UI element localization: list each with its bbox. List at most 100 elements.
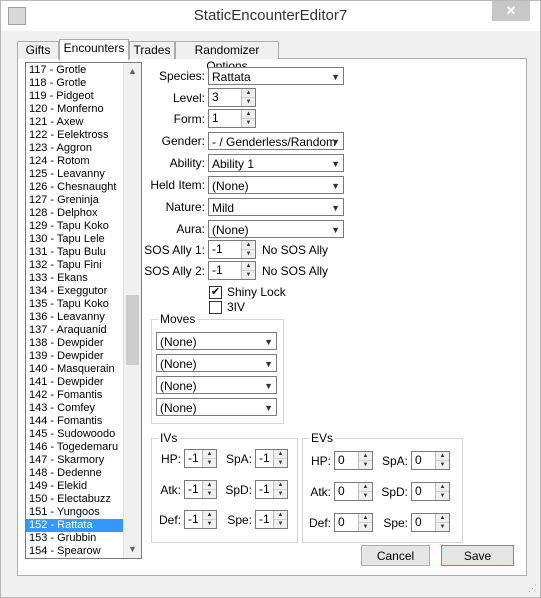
ev-def-stepper[interactable]: 0 ▲ ▼ bbox=[334, 513, 373, 532]
three-iv-checkbox[interactable] bbox=[209, 301, 222, 314]
aura-select[interactable]: (None) ▼ bbox=[208, 220, 344, 238]
spin-down-icon[interactable]: ▼ bbox=[242, 250, 255, 258]
spin-down-icon[interactable]: ▼ bbox=[274, 490, 287, 498]
level-stepper[interactable]: 3 ▲ ▼ bbox=[208, 88, 256, 107]
spin-up-icon[interactable]: ▲ bbox=[242, 241, 255, 250]
scroll-up-icon[interactable]: ▲ bbox=[124, 63, 141, 80]
held-item-select[interactable]: (None) ▼ bbox=[208, 176, 344, 194]
iv-spd-stepper[interactable]: -1 ▲ ▼ bbox=[255, 480, 288, 499]
spin-up-icon[interactable]: ▲ bbox=[274, 511, 287, 520]
gender-select[interactable]: - / Genderless/Random ▼ bbox=[208, 132, 344, 150]
encounter-list[interactable]: 117 - Grotle 118 - Grotle 119 - Pidgeot 120… bbox=[25, 62, 142, 559]
resize-grip-icon[interactable]: ⋰ bbox=[528, 583, 537, 594]
window: StaticEncounterEditor7 ✕ Gifts Encounter… bbox=[0, 0, 541, 598]
spin-up-icon[interactable]: ▲ bbox=[203, 511, 216, 520]
tab-gifts[interactable]: Gifts bbox=[17, 41, 59, 59]
spin-down-icon[interactable]: ▼ bbox=[359, 492, 372, 500]
iv-atk-stepper[interactable]: -1 ▲ ▼ bbox=[184, 480, 217, 499]
sos-ally-1-stepper[interactable]: -1 ▲ ▼ bbox=[208, 240, 256, 259]
spin-down-icon[interactable]: ▼ bbox=[436, 492, 449, 500]
iv-spa-value: -1 bbox=[259, 451, 270, 465]
spin-up-icon[interactable]: ▲ bbox=[203, 481, 216, 490]
spin-buttons[interactable]: ▲ ▼ bbox=[273, 481, 287, 498]
spin-down-icon[interactable]: ▼ bbox=[242, 98, 255, 106]
ev-spd-stepper[interactable]: 0 ▲ ▼ bbox=[411, 482, 450, 501]
spin-down-icon[interactable]: ▼ bbox=[242, 119, 255, 127]
spin-buttons[interactable]: ▲ ▼ bbox=[435, 452, 449, 469]
spin-down-icon[interactable]: ▼ bbox=[359, 461, 372, 469]
ev-spe-stepper[interactable]: 0 ▲ ▼ bbox=[411, 513, 450, 532]
spin-up-icon[interactable]: ▲ bbox=[242, 110, 255, 119]
spin-buttons[interactable]: ▲ ▼ bbox=[241, 110, 255, 127]
spin-down-icon[interactable]: ▼ bbox=[436, 461, 449, 469]
iv-spe-stepper[interactable]: -1 ▲ ▼ bbox=[255, 510, 288, 529]
spin-up-icon[interactable]: ▲ bbox=[436, 483, 449, 492]
ev-atk-label: Atk: bbox=[310, 485, 331, 499]
spin-buttons[interactable]: ▲ ▼ bbox=[358, 483, 372, 500]
iv-hp-label: HP: bbox=[160, 452, 181, 466]
spin-up-icon[interactable]: ▲ bbox=[359, 483, 372, 492]
move-1-select[interactable]: (None) ▼ bbox=[156, 332, 277, 350]
spin-down-icon[interactable]: ▼ bbox=[359, 523, 372, 531]
ev-spa-stepper[interactable]: 0 ▲ ▼ bbox=[411, 451, 450, 470]
spin-buttons[interactable]: ▲ ▼ bbox=[241, 89, 255, 106]
move-2-select[interactable]: (None) ▼ bbox=[156, 354, 277, 372]
spin-buttons[interactable]: ▲ ▼ bbox=[202, 481, 216, 498]
gender-label: Gender: bbox=[161, 134, 205, 148]
spin-up-icon[interactable]: ▲ bbox=[359, 452, 372, 461]
iv-def-stepper[interactable]: -1 ▲ ▼ bbox=[184, 510, 217, 529]
shiny-lock-checkbox[interactable]: ✔ bbox=[209, 286, 222, 299]
species-select[interactable]: Rattata ▼ bbox=[208, 67, 344, 85]
spin-up-icon[interactable]: ▲ bbox=[436, 452, 449, 461]
move-4-select[interactable]: (None) ▼ bbox=[156, 398, 277, 416]
ivs-group-label: IVs bbox=[158, 431, 180, 445]
sos-ally-2-stepper[interactable]: -1 ▲ ▼ bbox=[208, 261, 256, 280]
spin-buttons[interactable]: ▲ ▼ bbox=[241, 241, 255, 258]
chevron-down-icon: ▼ bbox=[331, 225, 340, 235]
scroll-thumb[interactable] bbox=[126, 295, 139, 365]
spin-down-icon[interactable]: ▼ bbox=[203, 520, 216, 528]
sos-ally-1-value: -1 bbox=[212, 242, 223, 256]
window-title: StaticEncounterEditor7 bbox=[193, 7, 348, 24]
ev-def-label: Def: bbox=[308, 516, 331, 530]
ev-atk-stepper[interactable]: 0 ▲ ▼ bbox=[334, 482, 373, 501]
spin-up-icon[interactable]: ▲ bbox=[203, 450, 216, 459]
spin-buttons[interactable]: ▲ ▼ bbox=[241, 262, 255, 279]
spin-down-icon[interactable]: ▼ bbox=[436, 523, 449, 531]
spin-down-icon[interactable]: ▼ bbox=[203, 459, 216, 467]
spin-buttons[interactable]: ▲ ▼ bbox=[202, 511, 216, 528]
tab-trades[interactable]: Trades bbox=[129, 41, 175, 59]
cancel-button[interactable]: Cancel bbox=[361, 545, 430, 566]
spin-up-icon[interactable]: ▲ bbox=[359, 514, 372, 523]
ev-hp-stepper[interactable]: 0 ▲ ▼ bbox=[334, 451, 373, 470]
iv-spa-stepper[interactable]: -1 ▲ ▼ bbox=[255, 449, 288, 468]
save-button[interactable]: Save bbox=[441, 545, 514, 566]
spin-buttons[interactable]: ▲ ▼ bbox=[202, 450, 216, 467]
tab-randomizer-options[interactable]: Randomizer Options bbox=[175, 41, 279, 73]
tab-encounters[interactable]: Encounters bbox=[59, 39, 129, 60]
move-3-select[interactable]: (None) ▼ bbox=[156, 376, 277, 394]
spin-buttons[interactable]: ▲ ▼ bbox=[273, 450, 287, 467]
close-button[interactable]: ✕ bbox=[492, 1, 530, 21]
nature-select[interactable]: Mild ▼ bbox=[208, 198, 344, 216]
form-stepper[interactable]: 1 ▲ ▼ bbox=[208, 109, 256, 128]
spin-up-icon[interactable]: ▲ bbox=[242, 89, 255, 98]
spin-buttons[interactable]: ▲ ▼ bbox=[435, 514, 449, 531]
iv-hp-stepper[interactable]: -1 ▲ ▼ bbox=[184, 449, 217, 468]
spin-up-icon[interactable]: ▲ bbox=[436, 514, 449, 523]
spin-buttons[interactable]: ▲ ▼ bbox=[435, 483, 449, 500]
spin-down-icon[interactable]: ▼ bbox=[203, 490, 216, 498]
spin-up-icon[interactable]: ▲ bbox=[242, 262, 255, 271]
spin-up-icon[interactable]: ▲ bbox=[274, 481, 287, 490]
spin-up-icon[interactable]: ▲ bbox=[274, 450, 287, 459]
spin-down-icon[interactable]: ▼ bbox=[274, 459, 287, 467]
spin-down-icon[interactable]: ▼ bbox=[274, 520, 287, 528]
iv-spe-label: Spe: bbox=[227, 513, 252, 527]
spin-down-icon[interactable]: ▼ bbox=[242, 271, 255, 279]
spin-buttons[interactable]: ▲ ▼ bbox=[358, 514, 372, 531]
spin-buttons[interactable]: ▲ ▼ bbox=[358, 452, 372, 469]
scroll-down-icon[interactable]: ▼ bbox=[124, 541, 141, 558]
ability-select[interactable]: Ability 1 ▼ bbox=[208, 154, 344, 172]
list-scrollbar[interactable]: ▲ ▼ bbox=[123, 63, 141, 558]
spin-buttons[interactable]: ▲ ▼ bbox=[273, 511, 287, 528]
